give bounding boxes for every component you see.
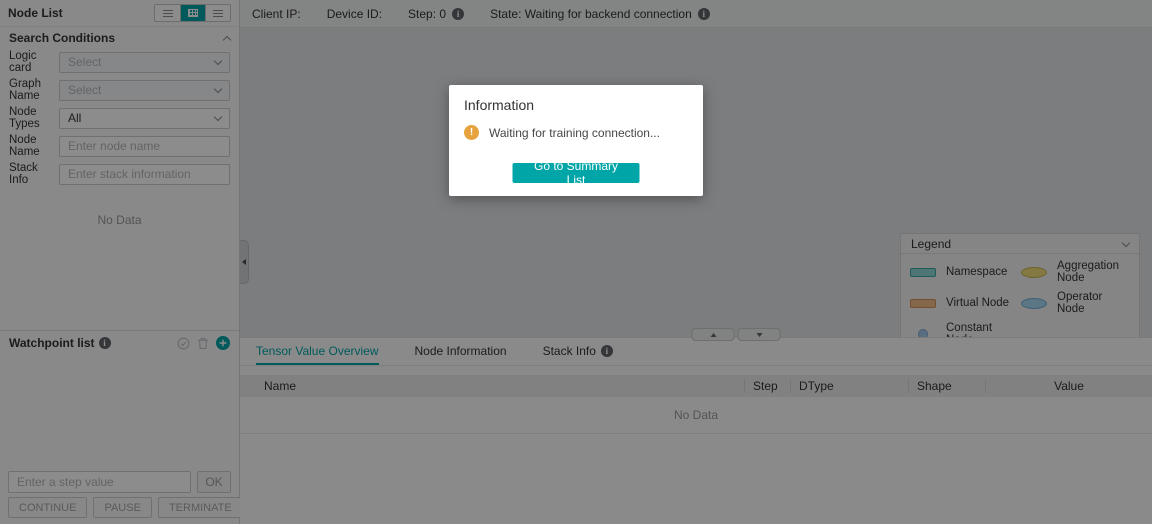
information-dialog: Information ! Waiting for training conne… <box>449 85 703 196</box>
dialog-message: Waiting for training connection... <box>489 126 660 140</box>
modal-overlay <box>0 0 1152 524</box>
dialog-title: Information <box>464 97 688 113</box>
go-to-summary-list-button[interactable]: Go to Summary List <box>513 163 640 183</box>
warning-icon: ! <box>464 125 479 140</box>
debugger-app: Node List Search Conditions Logic card S… <box>0 0 1152 524</box>
